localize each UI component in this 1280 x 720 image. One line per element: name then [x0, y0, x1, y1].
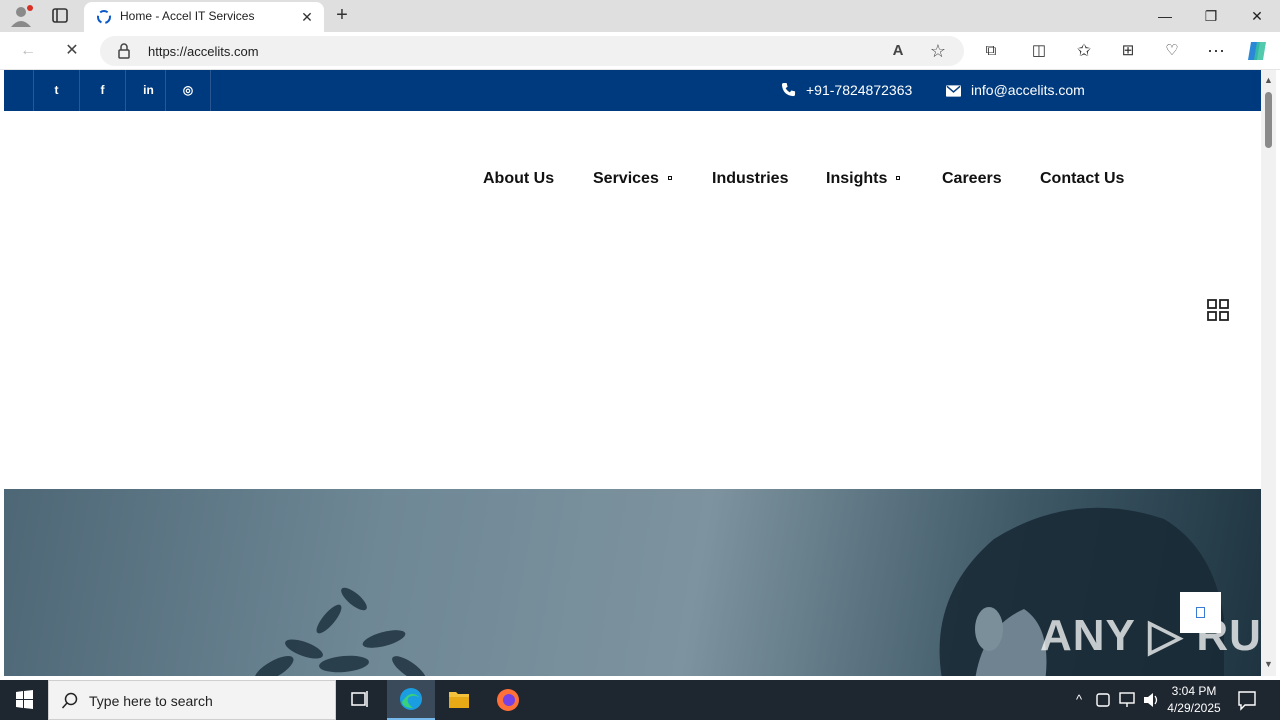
- tab-title: Home - Accel IT Services: [120, 9, 255, 23]
- favorites-icon[interactable]: ✩: [1072, 39, 1096, 63]
- show-hidden-icons-icon[interactable]: ^: [1069, 680, 1089, 720]
- site-top-bar: t f in ◎ +91-7824872363 info@accelits.co…: [4, 70, 1261, 111]
- page-scrollbar[interactable]: ▲ ▼: [1261, 70, 1276, 676]
- email-address[interactable]: info@accelits.com: [971, 82, 1085, 98]
- nav-industries[interactable]: Industries: [712, 170, 788, 188]
- anyrun-watermark: ANY ▷ RUN: [1040, 611, 1280, 660]
- twitter-icon[interactable]: t: [33, 70, 79, 111]
- edge-icon: [400, 688, 422, 710]
- edge-taskbar-icon[interactable]: [387, 680, 435, 720]
- collections-icon[interactable]: ⊞: [1116, 39, 1140, 63]
- add-favorite-icon[interactable]: ☆: [928, 41, 948, 61]
- dropdown-indicator-icon[interactable]: [896, 176, 901, 180]
- new-tab-button[interactable]: +: [330, 4, 354, 28]
- read-aloud-icon[interactable]: A: [888, 41, 908, 61]
- grid-menu-icon[interactable]: [1207, 299, 1229, 321]
- nav-services-label[interactable]: Services: [593, 170, 659, 187]
- nav-careers[interactable]: Careers: [942, 170, 1002, 188]
- envelope-icon: [946, 85, 961, 97]
- network-icon[interactable]: [1117, 680, 1137, 720]
- browser-toolbar: ← ✕ https://accelits.com A ☆ ⧉ ◫ ✩ ⊞ ♡ ⋯: [0, 32, 1280, 70]
- address-bar[interactable]: https://accelits.com A ☆: [100, 36, 964, 66]
- volume-icon[interactable]: [1141, 680, 1161, 720]
- close-window-button[interactable]: ✕: [1234, 0, 1280, 32]
- nav-insights[interactable]: Insights: [826, 170, 901, 188]
- browser-tab[interactable]: Home - Accel IT Services ✕: [84, 2, 324, 32]
- dropdown-indicator-icon[interactable]: [667, 176, 672, 180]
- lock-icon[interactable]: [116, 42, 132, 60]
- scroll-down-arrow-icon[interactable]: ▼: [1264, 660, 1273, 669]
- url-text[interactable]: https://accelits.com: [148, 44, 259, 59]
- extensions-icon[interactable]: ⧉: [979, 39, 1003, 63]
- loading-spinner-icon: [97, 10, 111, 24]
- profile-icon[interactable]: [8, 4, 36, 28]
- restore-button[interactable]: ❐: [1188, 0, 1234, 32]
- search-placeholder[interactable]: Type here to search: [89, 693, 213, 709]
- notification-center-icon[interactable]: [1236, 680, 1258, 720]
- nav-about-us[interactable]: About Us: [483, 170, 554, 188]
- clock-time: 3:04 PM: [1171, 684, 1217, 698]
- taskbar-search-box[interactable]: Type here to search: [48, 680, 336, 720]
- file-explorer-icon[interactable]: [435, 680, 483, 720]
- phone-icon: [781, 82, 796, 97]
- browser-tab-strip: Home - Accel IT Services ✕ + — ❐ ✕: [0, 0, 1280, 32]
- clock-date: 4/29/2025: [1167, 701, 1221, 715]
- windows-taskbar: Type here to search ^ 3:04 PM 4/29/2025: [0, 680, 1280, 720]
- minimize-button[interactable]: —: [1142, 0, 1188, 32]
- instagram-icon[interactable]: ◎: [165, 70, 211, 111]
- split-screen-icon[interactable]: ◫: [1027, 39, 1051, 63]
- search-icon: [61, 692, 78, 709]
- firefox-icon[interactable]: [484, 680, 532, 720]
- scrollbar-thumb[interactable]: [1265, 92, 1272, 148]
- back-button[interactable]: ←: [14, 38, 42, 64]
- meet-now-icon[interactable]: [1094, 680, 1112, 720]
- facebook-icon[interactable]: f: [79, 70, 125, 111]
- nav-services[interactable]: Services: [593, 170, 672, 188]
- task-view-icon[interactable]: [336, 680, 384, 720]
- nav-contact-us[interactable]: Contact Us: [1040, 170, 1124, 188]
- nav-insights-label[interactable]: Insights: [826, 170, 887, 187]
- copilot-icon[interactable]: [1245, 40, 1269, 62]
- hero-plant-shape: [254, 587, 426, 676]
- email-link[interactable]: info@accelits.com: [946, 82, 1085, 98]
- page-viewport: t f in ◎ +91-7824872363 info@accelits.co…: [4, 70, 1261, 676]
- scroll-up-arrow-icon[interactable]: ▲: [1264, 76, 1273, 85]
- phone-link[interactable]: +91-7824872363: [781, 82, 912, 98]
- taskbar-clock[interactable]: 3:04 PM 4/29/2025: [1162, 683, 1226, 717]
- more-menu-icon[interactable]: ⋯: [1204, 39, 1228, 63]
- stop-loading-button[interactable]: ✕: [58, 38, 86, 64]
- tab-close-icon[interactable]: ✕: [298, 8, 316, 26]
- browser-essentials-icon[interactable]: ♡: [1160, 39, 1184, 63]
- windows-start-icon[interactable]: [0, 680, 48, 720]
- tab-actions-icon[interactable]: [46, 4, 74, 28]
- phone-number[interactable]: +91-7824872363: [806, 82, 912, 98]
